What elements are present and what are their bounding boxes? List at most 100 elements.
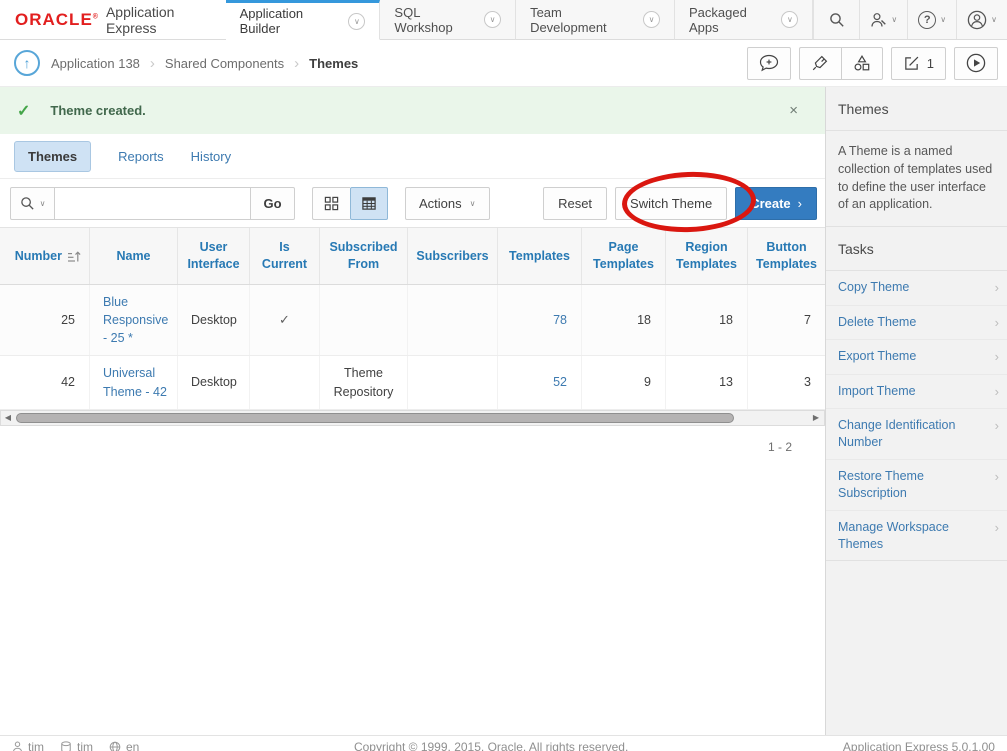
cell-button-templates: 3 (748, 356, 825, 408)
search-group: ∨ Go (10, 187, 295, 220)
chevron-right-icon: › (995, 417, 999, 435)
task-import-theme[interactable]: Import Theme› (826, 375, 1007, 410)
actions-menu-button[interactable]: Actions ∨ (405, 187, 490, 220)
scrollbar-thumb[interactable] (16, 413, 734, 423)
edit-pencil-icon (903, 55, 920, 72)
theme-name-link[interactable]: Blue Responsive - 25 * (103, 293, 169, 347)
column-header-subscribed-from[interactable]: Subscribed From (320, 228, 408, 284)
feedback-bubble-plus-icon (759, 54, 779, 72)
chevron-right-icon: › (995, 314, 999, 332)
table-header-row: Number Name User Interface Is Current Su… (0, 227, 825, 285)
go-button[interactable]: Go (251, 187, 295, 220)
search-column-dropdown[interactable]: ∨ (10, 187, 55, 220)
flashlight-icon (811, 54, 829, 72)
column-header-number[interactable]: Number (0, 228, 90, 284)
icon-view-button[interactable] (312, 187, 350, 220)
switch-theme-button[interactable]: Switch Theme (615, 187, 727, 220)
cell-number: 42 (0, 356, 90, 408)
footer: tim tim en Copyright © 1999, 2015, Oracl… (0, 735, 1007, 751)
column-header-page-templates[interactable]: Page Templates (582, 228, 666, 284)
reset-button[interactable]: Reset (543, 187, 607, 220)
column-header-templates[interactable]: Templates (498, 228, 582, 284)
breadcrumb-item-application[interactable]: Application 138 (51, 56, 140, 71)
administration-menu-button[interactable]: ∨ (859, 0, 907, 39)
scroll-left-button[interactable]: ◀ (1, 413, 15, 422)
report-view-icon (361, 196, 377, 211)
task-copy-theme[interactable]: Copy Theme› (826, 271, 1007, 306)
chevron-down-icon[interactable]: ∨ (643, 11, 660, 28)
search-icon (829, 12, 845, 28)
task-delete-theme[interactable]: Delete Theme› (826, 306, 1007, 341)
column-header-user-interface[interactable]: User Interface (178, 228, 250, 284)
tab-packaged-apps[interactable]: Packaged Apps ∨ (675, 0, 813, 40)
templates-count-link[interactable]: 52 (553, 373, 567, 391)
tasks-list: Copy Theme› Delete Theme› Export Theme› … (826, 271, 1007, 561)
breadcrumb-bar: ↑ Application 138 › Shared Components › … (0, 40, 1007, 87)
horizontal-scrollbar[interactable]: ◀ ▶ (0, 410, 825, 426)
footer-schema: tim (60, 740, 93, 751)
column-header-region-templates[interactable]: Region Templates (666, 228, 748, 284)
run-play-icon (966, 53, 986, 73)
task-export-theme[interactable]: Export Theme› (826, 340, 1007, 375)
chevron-down-icon[interactable]: ∨ (484, 11, 501, 28)
edit-page-button[interactable]: 1 (891, 47, 946, 80)
feedback-button[interactable] (747, 47, 791, 80)
check-icon: ✓ (279, 311, 290, 330)
create-button[interactable]: Create › (735, 187, 817, 220)
spotlight-search-button[interactable] (799, 47, 841, 80)
chevron-down-icon[interactable]: ∨ (348, 13, 365, 30)
scroll-right-button[interactable]: ▶ (809, 413, 823, 422)
chevron-right-icon: › (995, 519, 999, 537)
column-header-button-templates[interactable]: Button Templates (748, 228, 825, 284)
chevron-down-icon[interactable]: ∨ (781, 11, 798, 28)
help-menu-button[interactable]: ? ∨ (907, 0, 956, 39)
up-level-button[interactable]: ↑ (14, 50, 40, 76)
up-arrow-icon: ↑ (24, 55, 31, 71)
oracle-logo: ORACLE® Application Express (0, 0, 226, 40)
chevron-down-icon: ∨ (891, 15, 897, 24)
admin-user-wrench-icon (870, 12, 887, 28)
page-tab-strip: Themes Reports History (0, 134, 825, 179)
task-restore-theme-subscription[interactable]: Restore Theme Subscription› (826, 460, 1007, 511)
tab-themes[interactable]: Themes (14, 141, 91, 172)
column-header-subscribers[interactable]: Subscribers (408, 228, 498, 284)
chevron-right-icon: › (995, 468, 999, 486)
search-icon (20, 196, 35, 211)
templates-count-link[interactable]: 78 (553, 311, 567, 329)
global-search-button[interactable] (813, 0, 859, 39)
column-header-name[interactable]: Name (90, 228, 178, 284)
chevron-down-icon: ∨ (40, 199, 46, 208)
chevron-right-icon: › (995, 383, 999, 401)
tab-sql-workshop[interactable]: SQL Workshop ∨ (380, 0, 516, 40)
success-check-icon: ✓ (17, 101, 30, 121)
column-header-is-current[interactable]: Is Current (250, 228, 320, 284)
shared-components-button[interactable] (841, 47, 883, 80)
footer-language: en (109, 740, 139, 751)
page-body: ✓ Theme created. × Themes Reports Histor… (0, 87, 1007, 735)
page-action-buttons: 1 (747, 47, 998, 80)
shapes-icon (853, 54, 871, 72)
chevron-right-icon: › (995, 348, 999, 366)
search-input[interactable] (55, 187, 251, 220)
theme-name-link[interactable]: Universal Theme - 42 (103, 364, 169, 400)
footer-copyright: Copyright © 1999, 2015, Oracle. All righ… (354, 740, 628, 751)
breadcrumb-item-shared-components[interactable]: Shared Components (165, 56, 284, 71)
close-banner-button[interactable]: × (779, 102, 808, 119)
run-application-button[interactable] (954, 47, 998, 80)
cell-number: 25 (0, 285, 90, 355)
account-menu-button[interactable]: ∨ (956, 0, 1007, 39)
tab-team-development[interactable]: Team Development ∨ (516, 0, 675, 40)
report-view-button[interactable] (350, 187, 388, 220)
main-content: ✓ Theme created. × Themes Reports Histor… (0, 87, 825, 735)
cell-user-interface: Desktop (178, 285, 250, 355)
chevron-down-icon: ∨ (940, 15, 946, 24)
chevron-right-icon: › (995, 279, 999, 297)
footer-session-info: tim tim en (12, 740, 139, 751)
tab-reports[interactable]: Reports (118, 149, 164, 164)
task-manage-workspace-themes[interactable]: Manage Workspace Themes› (826, 511, 1007, 561)
chevron-down-icon: ∨ (991, 15, 997, 24)
table-row: 25 Blue Responsive - 25 * Desktop ✓ 78 1… (0, 285, 825, 356)
tab-application-builder[interactable]: Application Builder ∨ (226, 0, 381, 40)
tab-history[interactable]: History (191, 149, 231, 164)
task-change-identification-number[interactable]: Change Identification Number› (826, 409, 1007, 460)
